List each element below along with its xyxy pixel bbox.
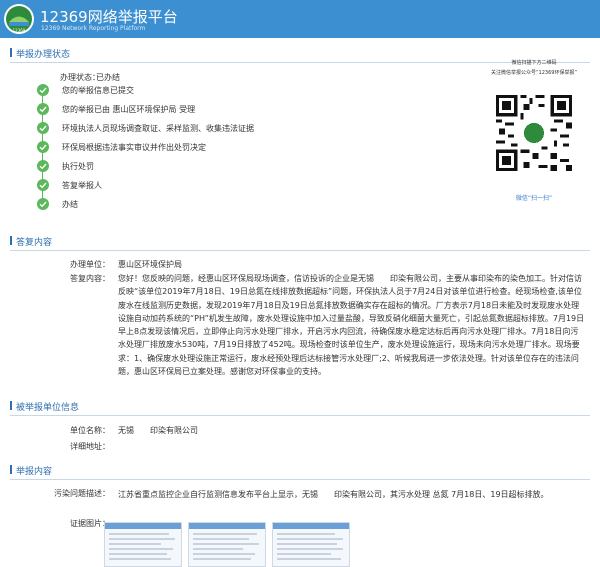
svg-text:12369: 12369 [13, 28, 26, 33]
check-circle-icon [37, 198, 49, 210]
site-header: 12369 12369网络举报平台 12369 Network Reportin… [0, 0, 600, 38]
site-title: 12369网络举报平台 [40, 8, 178, 26]
check-circle-icon [37, 103, 49, 115]
check-circle-icon [37, 141, 49, 153]
handling-unit-value: 惠山区环境保护局 [118, 260, 182, 269]
progress-step-label: 您的举报信息已提交 [62, 86, 134, 95]
progress-step-label: 您的举报已由 惠山区环境保护局 受理 [62, 105, 196, 114]
qr-caption: 微信扫描下方二维码 [511, 60, 557, 66]
section-title-reported-unit: 被举报单位信息 [10, 400, 590, 416]
section-title-report-content: 举报内容 [10, 464, 590, 480]
progress-step: 环保局根据违法事实审议并作出处罚决定 [37, 141, 337, 155]
qr-caption-account: 关注微信举报公众号“12369环保举报” [490, 70, 578, 76]
progress-step: 您的举报信息已提交 [37, 84, 337, 98]
progress-step-label: 答复举报人 [62, 181, 102, 190]
unit-name-value: 无锡 印染有限公司 [118, 426, 198, 435]
progress-step-label: 办结 [62, 200, 78, 209]
progress-step-label: 执行处罚 [62, 162, 94, 171]
evidence-image[interactable] [104, 522, 182, 567]
pollution-description-label: 污染问题描述： [54, 489, 110, 498]
check-circle-icon [37, 84, 49, 96]
section-title-reply: 答复内容 [10, 235, 590, 251]
progress-step: 办结 [37, 198, 337, 212]
progress-step-label: 环境执法人员现场调查取证、采样监测、收集违法证据 [62, 124, 254, 133]
wechat-scan-label: 微信“扫一扫” [515, 195, 553, 202]
progress-step-label: 环保局根据违法事实审议并作出处罚决定 [62, 143, 206, 152]
progress-step: 环境执法人员现场调查取证、采样监测、收集违法证据 [37, 122, 337, 136]
check-circle-icon [37, 179, 49, 191]
wechat-qr-panel: 微信扫描下方二维码 关注微信举报公众号“12369环保举报” 微信“扫一扫” [478, 55, 590, 213]
status-value: 已办结 [96, 73, 120, 82]
status-label: 办理状态： [60, 73, 100, 82]
progress-step: 答复举报人 [37, 179, 337, 193]
check-circle-icon [37, 160, 49, 172]
handling-unit-label: 办理单位： [70, 260, 110, 269]
unit-name-label: 单位名称： [70, 426, 110, 435]
environmental-logo-icon[interactable]: 12369 [3, 3, 35, 35]
reply-content-text: 您好！您反映的问题，经惠山区环保局现场调查，信访投诉的企业是无锡 印染有限公司，… [118, 274, 585, 377]
address-label: 详细地址： [70, 442, 110, 451]
progress-step: 您的举报已由 惠山区环境保护局 受理 [37, 103, 337, 117]
site-subtitle: 12369 Network Reporting Platform [41, 25, 146, 32]
reply-content-label: 答复内容： [70, 274, 110, 283]
evidence-image[interactable] [188, 522, 266, 567]
check-circle-icon [37, 122, 49, 134]
pollution-description-value: 江苏省重点监控企业自行监测信息发布平台上显示，无锡 印染有限公司，其污水处理 总… [118, 490, 549, 499]
progress-step: 执行处罚 [37, 160, 337, 174]
evidence-image[interactable] [272, 522, 350, 567]
qr-code-icon[interactable] [496, 95, 572, 171]
evidence-images-label: 证据图片： [70, 519, 110, 528]
